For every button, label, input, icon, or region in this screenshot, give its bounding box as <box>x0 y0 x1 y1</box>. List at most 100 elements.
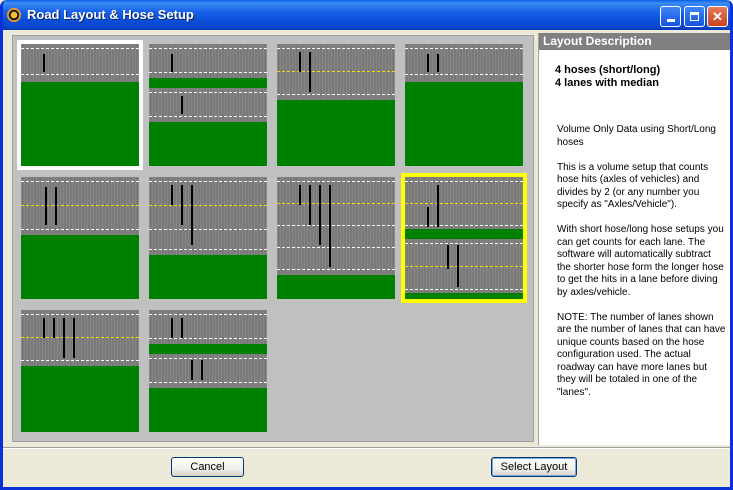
lane-edge-line <box>21 74 139 75</box>
lane-edge-line <box>277 48 395 49</box>
hose-marker <box>181 96 183 114</box>
description-paragraph: With short hose/long hose setups you can… <box>557 224 724 298</box>
maximize-icon <box>690 12 699 21</box>
hose-marker <box>73 318 75 358</box>
center-line <box>21 337 139 338</box>
lane-edge-line <box>149 314 267 315</box>
center-line <box>405 203 523 204</box>
layout-option-4[interactable] <box>405 44 523 166</box>
hose-marker <box>447 245 449 269</box>
hose-marker <box>299 52 301 72</box>
hose-marker <box>437 54 439 72</box>
lane-edge-line <box>277 181 395 182</box>
hose-marker <box>171 318 173 338</box>
window-title: Road Layout & Hose Setup <box>27 7 194 22</box>
layout-description-panel: Layout Description 4 hoses (short/long) … <box>538 33 730 445</box>
lane-edge-line <box>405 243 523 244</box>
footer-divider <box>3 447 730 449</box>
dialog-window: Road Layout & Hose Setup ✕ Layout Descri… <box>0 0 733 490</box>
hose-marker <box>43 54 45 72</box>
lane-edge-line <box>277 247 395 248</box>
layout-option-7[interactable] <box>277 177 395 299</box>
hose-marker <box>309 185 311 225</box>
title-bar[interactable]: Road Layout & Hose Setup ✕ <box>3 0 730 30</box>
hose-marker <box>171 54 173 72</box>
lane-edge-line <box>149 358 267 359</box>
lane-edge-line <box>149 338 267 339</box>
lane-edge-line <box>149 382 267 383</box>
minimize-button[interactable] <box>660 6 681 27</box>
road-surface <box>149 177 267 255</box>
layout-option-1[interactable] <box>17 40 143 170</box>
hose-marker <box>43 318 45 338</box>
layout-option-8-selected[interactable] <box>401 173 527 303</box>
description-header: Layout Description <box>539 33 730 50</box>
median-strip <box>149 78 267 88</box>
description-paragraph: This is a volume setup that counts hose … <box>557 161 709 211</box>
hose-marker <box>319 185 321 245</box>
layout-title: 4 hoses (short/long) 4 lanes with median <box>555 64 730 90</box>
close-button[interactable]: ✕ <box>707 6 728 27</box>
hose-marker <box>55 187 57 225</box>
road-surface <box>405 44 523 82</box>
layout-title-line-2: 4 lanes with median <box>555 77 659 89</box>
hose-marker <box>329 185 331 267</box>
road-surface <box>277 177 395 275</box>
hose-marker <box>171 185 173 205</box>
lane-edge-line <box>149 229 267 230</box>
layout-option-9[interactable] <box>21 310 139 432</box>
center-line <box>277 71 395 72</box>
lane-edge-line <box>149 181 267 182</box>
median-strip <box>149 344 267 354</box>
cancel-button[interactable]: Cancel <box>171 457 244 477</box>
lane-edge-line <box>21 229 139 230</box>
lane-edge-line <box>21 181 139 182</box>
center-line <box>405 266 523 267</box>
layout-title-line-1: 4 hoses (short/long) <box>555 64 661 76</box>
lane-edge-line <box>21 48 139 49</box>
close-icon: ✕ <box>712 8 723 24</box>
hose-marker <box>299 185 301 205</box>
lane-edge-line <box>21 360 139 361</box>
center-line <box>21 205 139 206</box>
select-layout-button[interactable]: Select Layout <box>491 457 577 477</box>
lane-edge-line <box>277 94 395 95</box>
hose-marker <box>181 318 183 338</box>
hose-marker <box>201 360 203 380</box>
lane-edge-line <box>149 48 267 49</box>
layout-option-10[interactable] <box>149 310 267 432</box>
lane-edge-line <box>149 249 267 250</box>
median-strip <box>405 229 523 239</box>
minimize-icon <box>666 18 675 22</box>
center-line <box>277 203 395 204</box>
hose-marker <box>437 185 439 227</box>
lane-edge-line <box>405 181 523 182</box>
description-body: Volume Only Data using Short/Long hoses … <box>557 124 727 399</box>
road-surface <box>21 44 139 82</box>
hose-marker <box>191 185 193 245</box>
app-icon <box>7 8 21 22</box>
lane-edge-line <box>149 116 267 117</box>
lane-edge-line <box>405 48 523 49</box>
hose-marker <box>53 318 55 338</box>
road-surface <box>21 177 139 235</box>
layout-option-5[interactable] <box>21 177 139 299</box>
description-paragraph: NOTE: The number of lanes shown are the … <box>557 311 726 398</box>
hose-marker <box>63 318 65 358</box>
hose-marker <box>309 52 311 92</box>
hose-marker <box>45 187 47 225</box>
center-line <box>149 205 267 206</box>
maximize-button[interactable] <box>684 6 705 27</box>
hose-marker <box>191 360 193 380</box>
lane-edge-line <box>149 92 267 93</box>
lane-edge-line <box>21 314 139 315</box>
hose-marker <box>427 207 429 227</box>
layout-option-2[interactable] <box>149 44 267 166</box>
lane-edge-line <box>277 225 395 226</box>
lane-edge-line <box>277 269 395 270</box>
road-surface <box>21 310 139 366</box>
layout-grid <box>12 35 534 442</box>
road-surface <box>277 44 395 100</box>
layout-option-3[interactable] <box>277 44 395 166</box>
layout-option-6[interactable] <box>149 177 267 299</box>
